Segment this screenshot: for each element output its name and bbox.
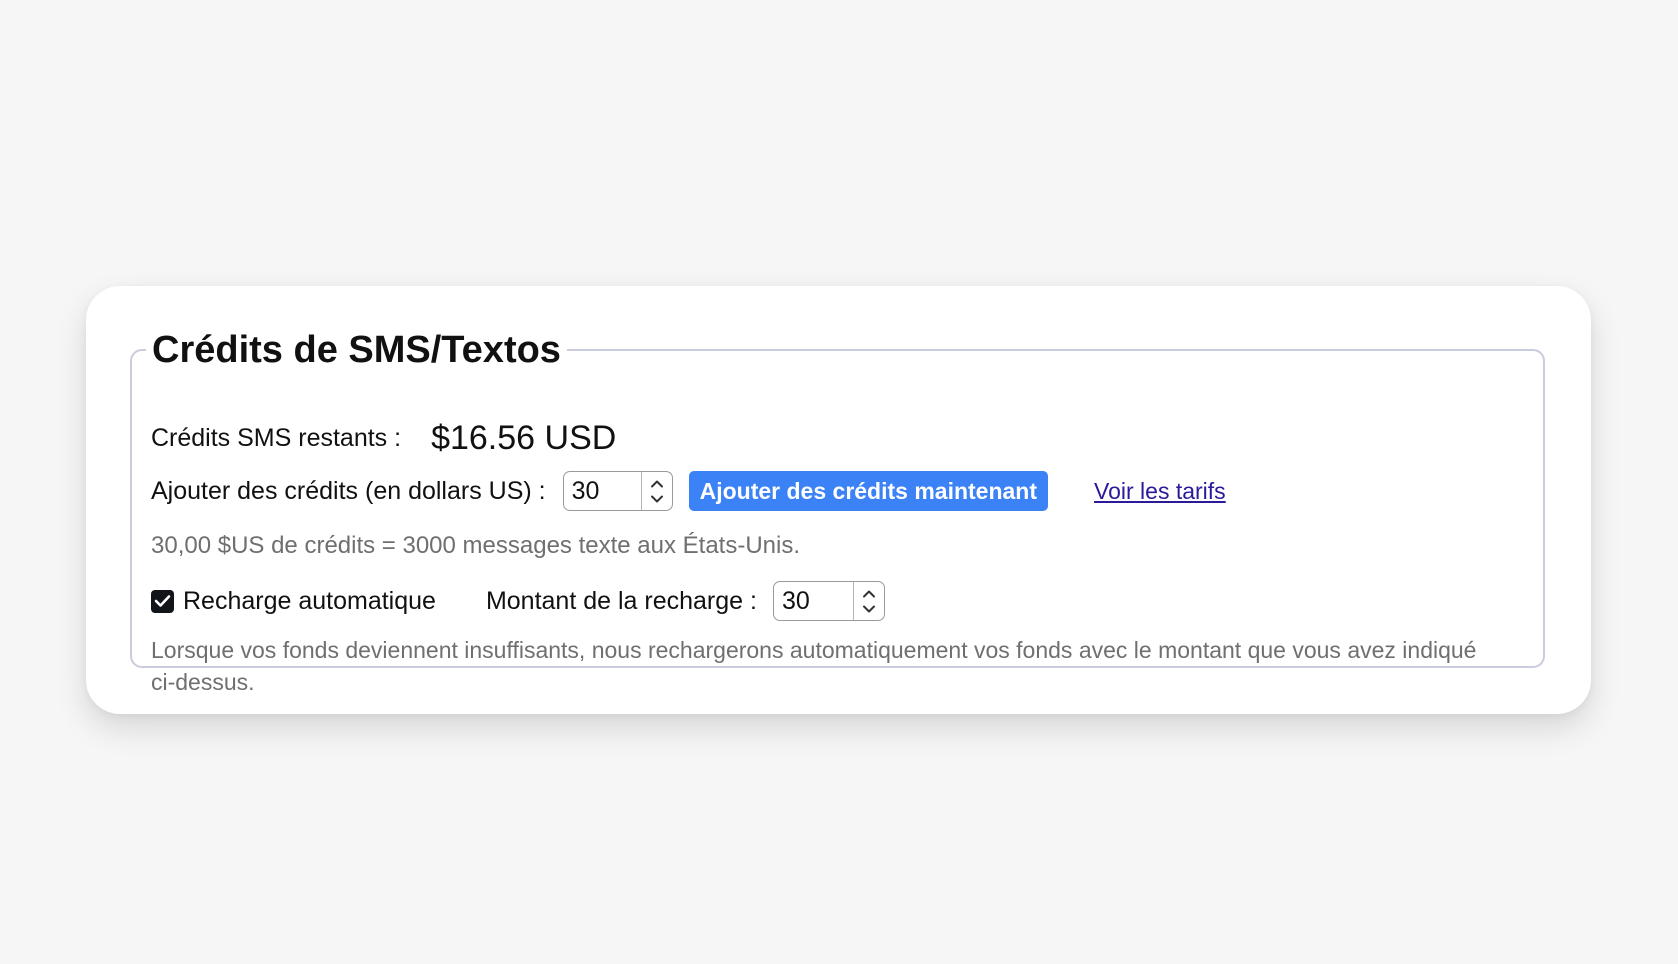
add-credits-label: Ajouter des crédits (en dollars US) :	[151, 476, 546, 505]
auto-recharge-description-row: Lorsque vos fonds deviennent insuffisant…	[151, 634, 1496, 698]
recharge-amount-label: Montant de la recharge :	[485, 586, 757, 615]
chevron-down-icon[interactable]	[860, 601, 878, 617]
conversion-note-row: 30,00 $US de crédits = 3000 messages tex…	[151, 530, 800, 562]
remaining-credits-row: Crédits SMS restants : $16.56 USD	[151, 412, 616, 464]
conversion-note: 30,00 $US de crédits = 3000 messages tex…	[151, 532, 801, 559]
chevron-down-icon[interactable]	[648, 491, 666, 507]
add-credits-stepper-arrows	[640, 472, 672, 510]
auto-recharge-description: Lorsque vos fonds deviennent insuffisant…	[151, 637, 1477, 695]
recharge-amount-stepper	[772, 581, 885, 621]
recharge-amount-input[interactable]	[773, 586, 854, 616]
panel-title: Crédits de SMS/Textos	[152, 329, 561, 371]
add-credits-button[interactable]: Ajouter des crédits maintenant	[688, 471, 1049, 511]
add-credits-stepper	[562, 471, 673, 511]
recharge-amount-stepper-arrows	[852, 582, 884, 620]
auto-recharge-checkbox[interactable]	[151, 589, 174, 613]
chevron-up-icon[interactable]	[860, 585, 878, 601]
view-pricing-link[interactable]: Voir les tarifs	[1094, 478, 1226, 505]
check-icon	[154, 595, 171, 607]
auto-recharge-row: Recharge automatique Montant de la recha…	[151, 580, 885, 622]
chevron-up-icon[interactable]	[648, 475, 666, 491]
remaining-credits-label: Crédits SMS restants :	[151, 423, 402, 452]
add-credits-input[interactable]	[563, 476, 644, 506]
sms-credits-card: Crédits de SMS/Textos Crédits SMS restan…	[86, 286, 1591, 714]
sms-credits-fieldset: Crédits de SMS/Textos Crédits SMS restan…	[130, 328, 1545, 695]
remaining-credits-value: $16.56 USD	[431, 418, 617, 457]
auto-recharge-label: Recharge automatique	[183, 586, 436, 615]
add-credits-row: Ajouter des crédits (en dollars US) : Aj…	[151, 470, 1226, 512]
